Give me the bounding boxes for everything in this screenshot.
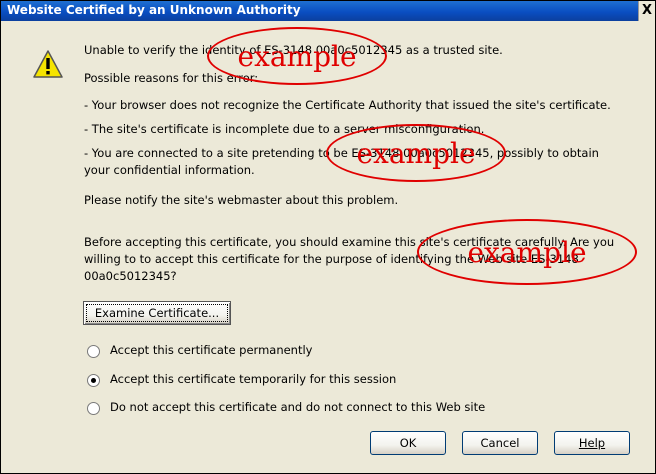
examine-certificate-button[interactable]: Examine Certificate... bbox=[83, 301, 231, 325]
help-label: Help bbox=[578, 436, 606, 450]
example-stamp: example bbox=[207, 27, 387, 85]
example-stamp: example bbox=[417, 219, 637, 285]
close-icon[interactable]: X bbox=[638, 1, 655, 21]
examine-advice-3: 00a0c5012345? bbox=[84, 269, 177, 283]
radio-reject[interactable] bbox=[87, 402, 100, 415]
reason-impersonation-cont: your confidential information. bbox=[84, 163, 255, 177]
radio-accept-permanently[interactable] bbox=[87, 345, 100, 358]
dialog-title: Website Certified by an Unknown Authorit… bbox=[7, 3, 301, 17]
option-label: Do not accept this certificate and do no… bbox=[110, 400, 486, 414]
example-stamp: example bbox=[326, 124, 506, 182]
reason-unknown-ca: - Your browser does not recognize the Ce… bbox=[84, 98, 611, 112]
cancel-button[interactable]: Cancel bbox=[462, 431, 538, 455]
radio-selected-dot bbox=[91, 378, 96, 383]
help-button[interactable]: Help bbox=[554, 431, 630, 455]
title-bar[interactable]: Website Certified by an Unknown Authorit… bbox=[1, 1, 655, 21]
option-label: Accept this certificate permanently bbox=[110, 343, 313, 357]
warning-triangle-icon bbox=[33, 50, 63, 78]
radio-accept-session[interactable] bbox=[87, 374, 100, 387]
certificate-dialog: Website Certified by an Unknown Authorit… bbox=[0, 0, 656, 474]
option-label: Accept this certificate temporarily for … bbox=[110, 372, 397, 386]
ok-button[interactable]: OK bbox=[370, 431, 446, 455]
notify-webmaster: Please notify the site's webmaster about… bbox=[84, 193, 399, 207]
